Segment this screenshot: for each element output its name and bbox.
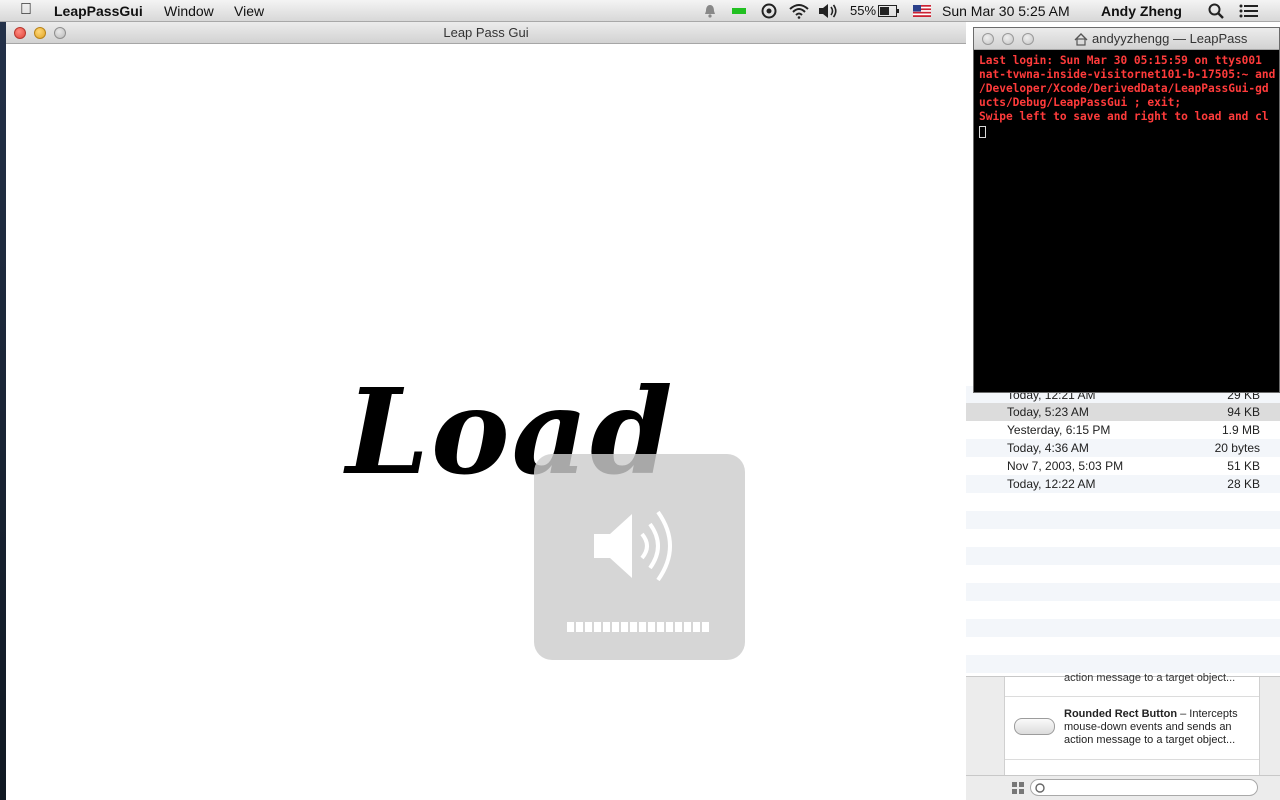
rounded-rect-button-preview-icon[interactable] (1014, 718, 1055, 735)
apple-menu-icon[interactable]:  (20, 1, 32, 19)
library-prev-description: action message to a target object... (1064, 672, 1236, 684)
sync-icon[interactable] (760, 3, 778, 19)
volume-tick (702, 622, 709, 632)
library-item-desc-1: – Intercepts (1177, 708, 1238, 720)
list-item[interactable]: Yesterday, 6:15 PM 1.9 MB (966, 421, 1280, 439)
list-item[interactable]: Today, 12:22 AM 28 KB (966, 475, 1280, 493)
divider (1005, 696, 1259, 697)
us-flag-icon[interactable] (912, 3, 932, 19)
menu-app-name[interactable]: LeapPassGui (54, 2, 143, 20)
list-item[interactable]: Today, 4:36 AM 20 bytes (966, 439, 1280, 457)
terminal-line: Last login: Sun Mar 30 05:15:59 on ttys0… (979, 54, 1262, 67)
wifi-icon[interactable] (788, 3, 810, 19)
filter-icon (1035, 783, 1045, 793)
battery-icon[interactable] (878, 3, 900, 19)
home-folder-icon (1074, 33, 1088, 46)
list-item (966, 529, 1280, 547)
file-size: 28 KB (1227, 477, 1260, 491)
terminal-titlebar[interactable]: andyyzhengg — LeapPass (974, 28, 1279, 50)
library-search-field[interactable] (1030, 779, 1258, 796)
volume-tick (684, 622, 691, 632)
volume-hud (534, 454, 745, 660)
file-date: Today, 12:22 AM (1007, 477, 1096, 491)
menu-user-name[interactable]: Andy Zheng (1101, 2, 1182, 20)
volume-tick (621, 622, 628, 632)
file-date: Nov 7, 2003, 5:03 PM (1007, 459, 1124, 473)
library-item-desc-2: mouse-down events and sends an (1064, 721, 1232, 733)
speaker-volume-icon (594, 510, 672, 582)
terminal-cursor-line (979, 124, 1279, 142)
list-item (966, 565, 1280, 583)
leap-motion-status-icon[interactable] (732, 3, 746, 19)
menu-window[interactable]: Window (164, 2, 214, 20)
divider (1005, 759, 1259, 760)
menu-view[interactable]: View (234, 2, 264, 20)
file-list: Today, 12:21 AM 29 KB Today, 5:23 AM 94 KB… (966, 386, 1280, 676)
list-item (966, 637, 1280, 655)
grid-view-icon[interactable] (1012, 781, 1024, 799)
volume-tick (576, 622, 583, 632)
volume-tick (693, 622, 700, 632)
list-item[interactable]: Nov 7, 2003, 5:03 PM 51 KB (966, 457, 1280, 475)
volume-tick (603, 622, 610, 632)
terminal-title: andyyzhengg — LeapPass (1092, 31, 1248, 46)
volume-tick (567, 622, 574, 632)
list-item (966, 511, 1280, 529)
file-size: 51 KB (1227, 459, 1260, 473)
menu-clock[interactable]: Sun Mar 30 5:25 AM (942, 2, 1070, 20)
leappassgui-window: Leap Pass Gui Load (6, 22, 966, 800)
list-item (966, 619, 1280, 637)
spotlight-search-icon[interactable] (1206, 3, 1226, 19)
terminal-line: ucts/Debug/LeapPassGui ; exit; (979, 96, 1182, 109)
volume-level-bar (567, 622, 709, 632)
notification-center-icon[interactable] (1238, 3, 1260, 19)
terminal-line: /Developer/Xcode/DerivedData/LeapPassGui… (979, 82, 1269, 95)
terminal-cursor (979, 126, 986, 138)
library-item-title: Rounded Rect Button (1064, 708, 1178, 720)
list-item (966, 583, 1280, 601)
volume-tick (630, 622, 637, 632)
library-filter-bar (966, 775, 1280, 800)
volume-tick (648, 622, 655, 632)
file-date: Yesterday, 6:15 PM (1007, 423, 1111, 437)
list-item (966, 601, 1280, 619)
file-size: 20 bytes (1214, 441, 1260, 455)
volume-tick (594, 622, 601, 632)
terminal-output[interactable]: Last login: Sun Mar 30 05:15:59 on ttys0… (979, 54, 1279, 142)
file-size: 1.9 MB (1221, 423, 1260, 437)
file-date: Today, 5:23 AM (1007, 405, 1089, 419)
window-titlebar[interactable]: Leap Pass Gui (6, 22, 966, 44)
list-item (966, 493, 1280, 511)
terminal-line: Swipe left to save and right to load and… (979, 110, 1269, 123)
notification-bell-icon[interactable] (703, 3, 717, 19)
library-item-text[interactable]: Rounded Rect Button – Intercepts (1064, 708, 1238, 721)
battery-percent[interactable]: 55% (850, 2, 876, 20)
file-size: 94 KB (1227, 405, 1260, 419)
volume-tick (639, 622, 646, 632)
menu-bar:  LeapPassGui Window View 55% Sun Mar 30… (0, 0, 1280, 22)
object-library-panel: action message to a target object... Rou… (966, 672, 1280, 800)
terminal-line: nat-tvwna-inside-visitornet101-b-17505:~… (979, 68, 1276, 81)
library-item-desc-3: action message to a target object... (1064, 734, 1236, 746)
volume-tick (585, 622, 592, 632)
minimize-button[interactable] (1002, 33, 1014, 45)
list-item (966, 655, 1280, 673)
volume-tick (666, 622, 673, 632)
window-title: Leap Pass Gui (443, 25, 529, 40)
volume-tick (612, 622, 619, 632)
zoom-button[interactable] (1022, 33, 1034, 45)
list-item[interactable]: Today, 5:23 AM 94 KB (966, 403, 1280, 421)
list-item (966, 547, 1280, 565)
volume-tick (675, 622, 682, 632)
terminal-window: andyyzhengg — LeapPass Last login: Sun M… (973, 27, 1280, 393)
volume-tick (657, 622, 664, 632)
volume-icon[interactable] (818, 3, 838, 19)
close-button[interactable] (982, 33, 994, 45)
file-date: Today, 4:36 AM (1007, 441, 1089, 455)
